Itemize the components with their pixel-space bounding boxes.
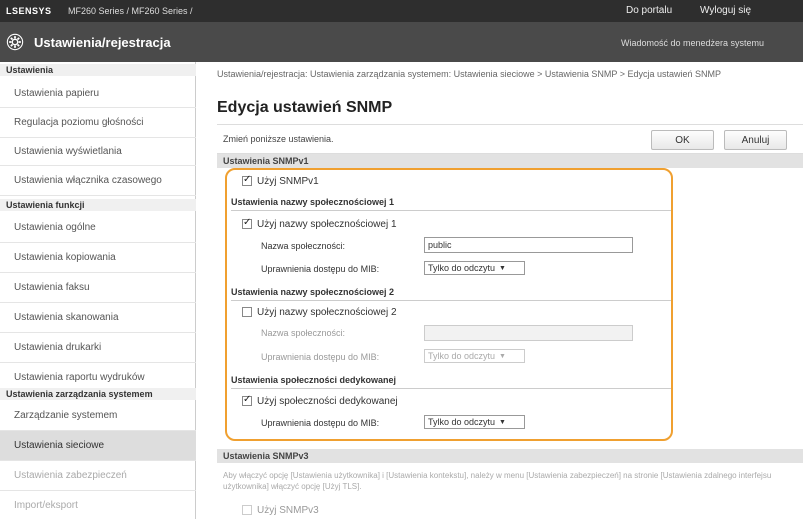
sidebar-item-import-export[interactable]: Import/eksport: [0, 491, 196, 519]
use-dedicated-checkbox[interactable]: [242, 394, 252, 406]
use-snmpv1-row[interactable]: Użyj SNMPv1: [242, 174, 319, 188]
instruction-text: Zmień poniższe ustawienia.: [223, 134, 334, 144]
dedicated-access-value: Tylko do odczytu: [428, 417, 496, 427]
sidebar-item-timer[interactable]: Ustawienia włącznika czasowego: [0, 166, 196, 196]
snmpv3-note: Aby włączyć opcję [Ustawienia użytkownik…: [223, 471, 772, 491]
use-dedicated-label: Użyj społeczności dedykowanej: [257, 395, 398, 407]
page-title: Edycja ustawień SNMP: [217, 99, 393, 116]
sidebar-item-paper[interactable]: Ustawienia papieru: [0, 80, 196, 108]
header-title: Ustawienia/rejestracja: [34, 35, 171, 50]
brand-logo: LSENSYS: [6, 6, 52, 16]
use-snmpv1-checkbox[interactable]: [242, 174, 252, 186]
ok-button[interactable]: OK: [651, 130, 714, 150]
sidebar: Ustawienia Ustawienia papieru Regulacja …: [0, 62, 196, 519]
chevron-down-icon: ▼: [499, 264, 506, 272]
sidebar-item-network[interactable]: Ustawienia sieciowe: [0, 431, 196, 461]
use-community2-checkbox[interactable]: [242, 307, 252, 317]
community1-access-select[interactable]: Tylko do odczytu ▼: [424, 261, 525, 275]
chevron-down-icon: ▼: [499, 352, 506, 360]
snmpv1-section-header: Ustawienia SNMPv1: [217, 154, 803, 168]
use-snmpv3-row[interactable]: Użyj SNMPv3: [242, 503, 319, 517]
community1-name-input[interactable]: [424, 237, 633, 253]
divider: [231, 300, 671, 301]
dedicated-heading: Ustawienia społeczności dedykowanej: [231, 375, 397, 385]
use-community2-label: Użyj nazwy społecznościowej 2: [257, 306, 397, 318]
use-community2-row[interactable]: Użyj nazwy społecznościowej 2: [242, 305, 397, 319]
community1-access-value: Tylko do odczytu: [428, 263, 496, 273]
use-community1-label: Użyj nazwy społecznościowej 1: [257, 218, 397, 230]
sidebar-item-system-management[interactable]: Zarządzanie systemem: [0, 401, 196, 431]
sidebar-section-system: Ustawienia zarządzania systemem: [0, 388, 196, 400]
community2-name-input[interactable]: [424, 325, 633, 341]
use-dedicated-row[interactable]: Użyj społeczności dedykowanej: [242, 394, 398, 408]
community2-name-label: Nazwa społeczności:: [261, 328, 346, 338]
use-community1-checkbox[interactable]: [242, 217, 252, 229]
community2-access-select[interactable]: Tylko do odczytu ▼: [424, 349, 525, 363]
cancel-button[interactable]: Anuluj: [724, 130, 787, 150]
sidebar-item-fax[interactable]: Ustawienia faksu: [0, 273, 196, 303]
sidebar-item-security[interactable]: Ustawienia zabezpieczeń: [0, 461, 196, 491]
top-bar: LSENSYS MF260 Series / MF260 Series / Do…: [0, 0, 803, 22]
snmpv3-section-header: Ustawienia SNMPv3: [217, 449, 803, 463]
sidebar-item-general[interactable]: Ustawienia ogólne: [0, 213, 196, 243]
device-model: MF260 Series / MF260 Series /: [68, 6, 193, 16]
sidebar-item-copy[interactable]: Ustawienia kopiowania: [0, 243, 196, 273]
instruction-row: Zmień poniższe ustawienia. OK Anuluj: [217, 124, 803, 154]
logout-link[interactable]: Wyloguj się: [700, 5, 751, 16]
message-to-admin-link[interactable]: Wiadomość do menedżera systemu: [621, 38, 764, 48]
sidebar-item-volume[interactable]: Regulacja poziomu głośności: [0, 108, 196, 138]
community1-name-label: Nazwa społeczności:: [261, 241, 346, 251]
sidebar-section-functions: Ustawienia funkcji: [0, 199, 196, 211]
community2-access-value: Tylko do odczytu: [428, 351, 496, 361]
gear-icon: [6, 33, 24, 51]
page-header: Ustawienia/rejestracja Wiadomość do mene…: [0, 22, 803, 62]
portal-link[interactable]: Do portalu: [626, 5, 672, 16]
main-content: Ustawienia/rejestracja: Ustawienia zarzą…: [197, 62, 803, 519]
sidebar-item-printer[interactable]: Ustawienia drukarki: [0, 333, 196, 363]
use-snmpv1-label: Użyj SNMPv1: [257, 175, 319, 187]
use-snmpv3-checkbox[interactable]: [242, 505, 252, 515]
community1-access-label: Uprawnienia dostępu do MIB:: [261, 264, 380, 274]
community2-access-label: Uprawnienia dostępu do MIB:: [261, 352, 380, 362]
use-snmpv3-label: Użyj SNMPv3: [257, 504, 319, 516]
divider: [231, 388, 671, 389]
divider: [231, 210, 671, 211]
chevron-down-icon: ▼: [499, 418, 506, 426]
dedicated-access-select[interactable]: Tylko do odczytu ▼: [424, 415, 525, 429]
community2-heading: Ustawienia nazwy społecznościowej 2: [231, 287, 395, 297]
use-community1-row[interactable]: Użyj nazwy społecznościowej 1: [242, 217, 397, 231]
sidebar-item-scan[interactable]: Ustawienia skanowania: [0, 303, 196, 333]
sidebar-item-display[interactable]: Ustawienia wyświetlania: [0, 138, 196, 166]
breadcrumb: Ustawienia/rejestracja: Ustawienia zarzą…: [217, 69, 722, 79]
sidebar-section-settings: Ustawienia: [0, 64, 196, 76]
community1-heading: Ustawienia nazwy społecznościowej 1: [231, 197, 395, 207]
dedicated-access-label: Uprawnienia dostępu do MIB:: [261, 418, 380, 428]
